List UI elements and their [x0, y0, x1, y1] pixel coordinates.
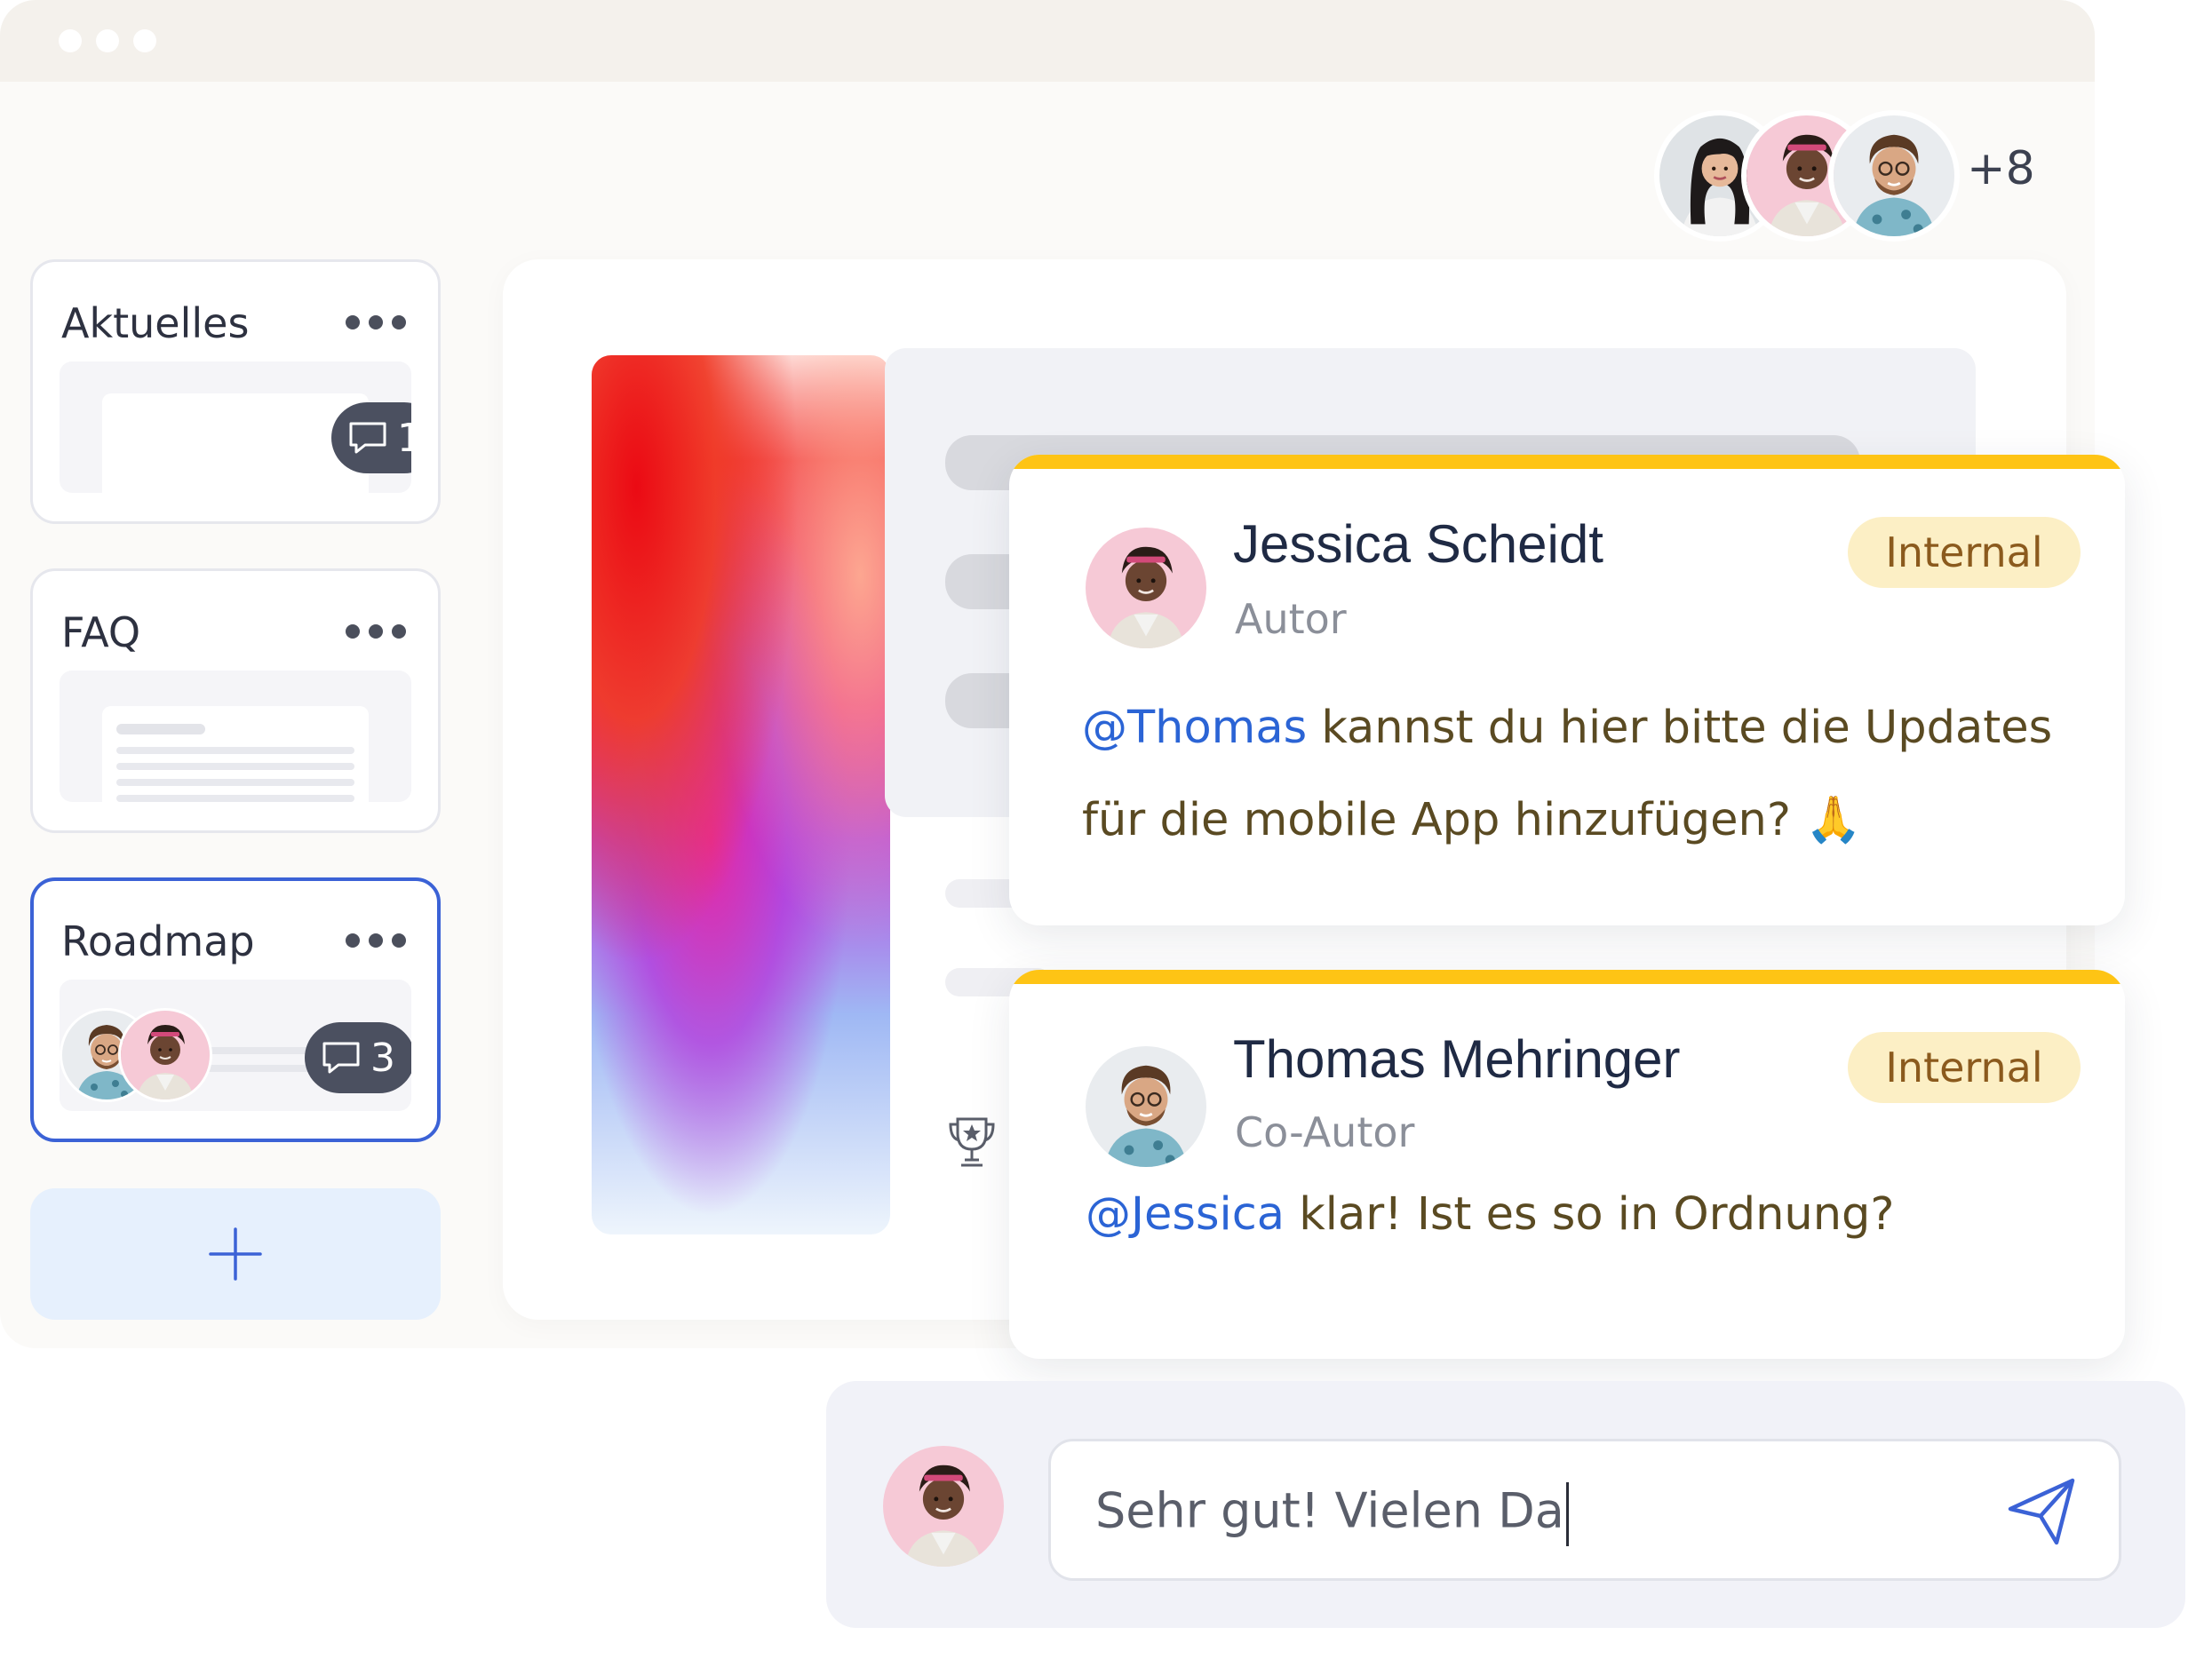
- jessica-avatar: [118, 1008, 212, 1102]
- comment-count-badge[interactable]: 3: [305, 1022, 411, 1093]
- window-titlebar: [0, 0, 2095, 82]
- more-menu-icon[interactable]: [346, 933, 417, 949]
- card-preview: 3: [60, 980, 411, 1111]
- window-control-dot[interactable]: [96, 29, 119, 52]
- more-menu-icon[interactable]: [346, 624, 417, 640]
- card-preview: 1: [60, 361, 411, 493]
- add-card-button[interactable]: [30, 1188, 441, 1320]
- sidebar-card-aktuelles[interactable]: Aktuelles 1: [30, 259, 441, 524]
- mention-link[interactable]: @Jessica: [1086, 1188, 1285, 1241]
- jessica-avatar[interactable]: [883, 1446, 1004, 1567]
- comment-card: Jessica Scheidt Autor Internal @Thomas k…: [1009, 455, 2125, 925]
- jessica-avatar[interactable]: [1086, 528, 1206, 648]
- comment-author: Thomas Mehringer: [1233, 1029, 1681, 1089]
- comment-text-line: klar! Ist es so in Ordnung?: [1285, 1188, 1895, 1241]
- thomas-avatar[interactable]: [1086, 1046, 1206, 1167]
- thomas-avatar: [1834, 115, 1954, 236]
- mention-link[interactable]: @Thomas: [1082, 702, 1307, 754]
- card-title: Roadmap: [61, 917, 255, 965]
- comment-count: 3: [370, 1035, 395, 1081]
- comment-card: Thomas Mehringer Co-Autor Internal @Jess…: [1009, 970, 2125, 1359]
- window-control-dot[interactable]: [59, 29, 82, 52]
- window-control-dot[interactable]: [133, 29, 156, 52]
- comment-icon: [349, 422, 386, 454]
- comment-accent-bar: [1009, 455, 2125, 469]
- comment-icon: [322, 1042, 360, 1074]
- sidebar-card-faq[interactable]: FAQ: [30, 568, 441, 833]
- comment-accent-bar: [1009, 970, 2125, 984]
- comment-text: @Thomas kannst du hier bitte die Updates…: [1082, 682, 2095, 867]
- hero-image: [592, 355, 890, 1234]
- card-preview: [60, 671, 411, 802]
- comment-count: 1: [397, 415, 411, 461]
- internal-tag: Internal: [1848, 517, 2081, 588]
- comment-author-role: Autor: [1235, 595, 1347, 643]
- more-collaborators-count[interactable]: +8: [1967, 142, 2035, 195]
- comment-author-role: Co-Autor: [1235, 1108, 1415, 1156]
- trophy-icon[interactable]: [945, 1114, 999, 1171]
- document-thumbnail: [102, 706, 369, 802]
- send-icon[interactable]: [2005, 1473, 2080, 1548]
- sidebar-card-roadmap[interactable]: Roadmap 3: [30, 877, 441, 1142]
- collaborator-avatar[interactable]: [1828, 110, 1960, 242]
- card-title: Aktuelles: [61, 299, 250, 347]
- comment-author: Jessica Scheidt: [1233, 514, 1603, 574]
- comment-count-badge[interactable]: 1: [331, 402, 411, 473]
- comment-text: @Jessica klar! Ist es so in Ordnung?: [1086, 1169, 2098, 1261]
- comment-text-line: für die mobile App hinzufügen? 🙏: [1082, 794, 1862, 846]
- reply-input-value: Sehr gut! Vielen Da: [1095, 1482, 1569, 1546]
- internal-tag: Internal: [1848, 1032, 2081, 1103]
- plus-icon: [209, 1227, 262, 1281]
- more-menu-icon[interactable]: [346, 315, 417, 331]
- comment-text-line: kannst du hier bitte die Updates: [1307, 702, 2053, 754]
- text-caret: [1565, 1482, 1569, 1546]
- card-title: FAQ: [61, 608, 141, 656]
- reply-input[interactable]: Sehr gut! Vielen Da: [1048, 1439, 2121, 1581]
